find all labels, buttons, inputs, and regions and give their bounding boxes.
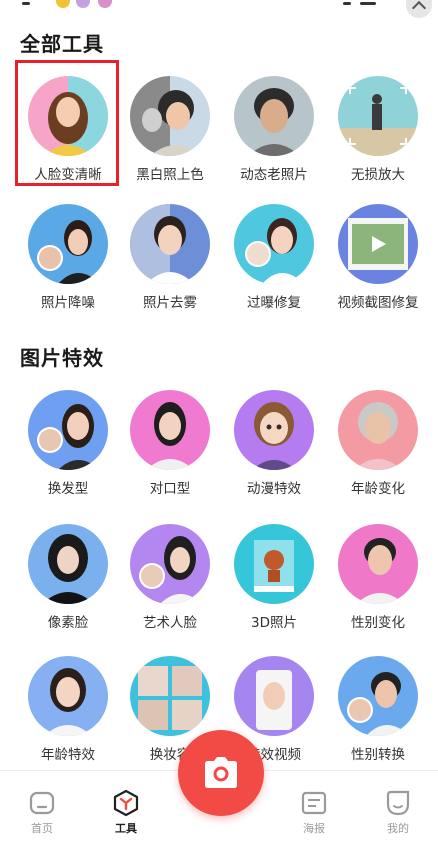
makeup-swap-avatar <box>130 656 210 736</box>
tab-label: 首页 <box>31 822 53 835</box>
tool-label: 视频截图修复 <box>337 295 419 311</box>
overexposure-fix-avatar <box>234 204 314 284</box>
age-effect-avatar <box>28 656 108 736</box>
selection-highlight <box>15 60 119 186</box>
3d-photo-avatar <box>234 524 314 604</box>
tool-label: 年龄变化 <box>351 481 405 497</box>
tool-label: 对口型 <box>149 481 191 497</box>
status-bar <box>0 0 438 18</box>
anime-effect-avatar <box>234 390 314 470</box>
tool-pixel-face[interactable]: 像素脸 <box>16 524 120 644</box>
colorize-photo-avatar <box>130 76 210 156</box>
tool-label: 过曝修复 <box>247 295 301 311</box>
home-icon <box>29 791 55 815</box>
status-icon <box>98 0 112 8</box>
tool-label: 照片去雾 <box>143 295 197 311</box>
tool-photo-denoise[interactable]: 照片降噪 <box>16 204 120 324</box>
status-icon <box>56 0 70 8</box>
lossless-upscale-avatar <box>338 76 418 156</box>
tool-label: 年龄特效 <box>41 747 95 763</box>
poster-icon <box>301 791 327 815</box>
age-change-avatar <box>338 390 418 470</box>
camera-button[interactable] <box>178 730 264 816</box>
tool-lip-sync[interactable]: 对口型 <box>118 390 222 510</box>
tool-label: 艺术人脸 <box>143 615 197 631</box>
tool-overexposure-fix[interactable]: 过曝修复 <box>222 204 326 324</box>
art-face-avatar <box>130 524 210 604</box>
tool-video-frame-fix[interactable]: 视频截图修复 <box>326 204 430 324</box>
tool-label: 黑白照上色 <box>136 167 204 183</box>
camera-icon <box>205 757 237 788</box>
tool-art-face[interactable]: 艺术人脸 <box>118 524 222 644</box>
tab-label: 工具 <box>115 822 137 835</box>
status-icon <box>76 0 90 8</box>
status-icon <box>22 2 30 5</box>
effect-video-avatar <box>234 656 314 736</box>
gender-change-avatar <box>338 524 418 604</box>
section-title-photo-effects: 图片特效 <box>20 346 104 370</box>
status-icon <box>360 2 376 5</box>
tool-3d-photo[interactable]: 3D照片 <box>222 524 326 644</box>
tool-age-change[interactable]: 年龄变化 <box>326 390 430 510</box>
pixel-face-avatar <box>28 524 108 604</box>
lip-sync-avatar <box>130 390 210 470</box>
profile-icon <box>386 790 410 816</box>
video-frame-fix-avatar <box>338 204 418 284</box>
section-title-all-tools: 全部工具 <box>20 32 104 56</box>
tool-label: 性别变化 <box>351 615 405 631</box>
tool-label: 无损放大 <box>351 167 405 183</box>
tool-anime-effect[interactable]: 动漫特效 <box>222 390 326 510</box>
tool-label: 动态老照片 <box>240 167 308 183</box>
gender-swap-avatar <box>338 656 418 736</box>
tool-photo-dehaze[interactable]: 照片去雾 <box>118 204 222 324</box>
status-icon <box>343 2 351 5</box>
tool-gender-change[interactable]: 性别变化 <box>326 524 430 644</box>
tool-label: 像素脸 <box>47 615 89 631</box>
tool-label: 照片降噪 <box>41 295 95 311</box>
tab-label: 我的 <box>387 822 409 835</box>
tool-hairstyle-swap[interactable]: 换发型 <box>16 390 120 510</box>
photo-dehaze-avatar <box>130 204 210 284</box>
tool-label: 性别转换 <box>351 747 405 763</box>
tool-gender-swap[interactable]: 性别转换 <box>326 656 430 776</box>
tool-label: 换发型 <box>47 481 89 497</box>
tools-icon <box>113 789 139 817</box>
tool-colorize-photo[interactable]: 黑白照上色 <box>118 76 222 196</box>
tool-label: 3D照片 <box>251 615 297 631</box>
tab-poster[interactable]: 海报 <box>274 771 354 843</box>
tool-age-effect[interactable]: 年龄特效 <box>16 656 120 776</box>
tab-tools[interactable]: 工具 <box>86 771 166 843</box>
tool-lossless-upscale[interactable]: 无损放大 <box>326 76 430 196</box>
photo-denoise-avatar <box>28 204 108 284</box>
tab-home[interactable]: 首页 <box>2 771 82 843</box>
tool-animate-old-photo[interactable]: 动态老照片 <box>222 76 326 196</box>
tool-label: 动漫特效 <box>247 481 301 497</box>
hairstyle-swap-avatar <box>28 390 108 470</box>
tab-label: 海报 <box>303 822 325 835</box>
animate-old-photo-avatar <box>234 76 314 156</box>
tab-profile[interactable]: 我的 <box>358 771 438 843</box>
